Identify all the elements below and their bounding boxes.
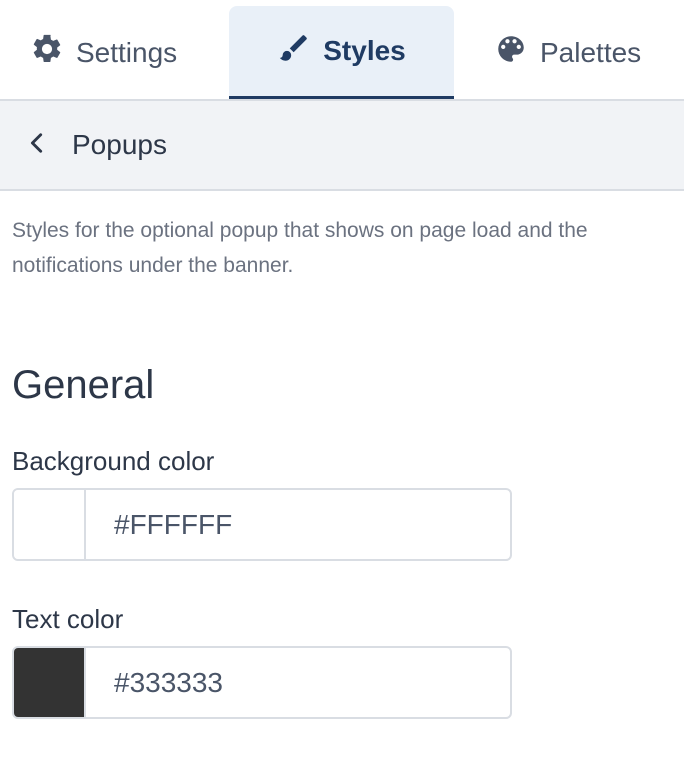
text-color-field: Text color	[12, 603, 684, 719]
background-color-swatch[interactable]	[14, 490, 86, 559]
brush-icon	[277, 31, 311, 72]
panel-description: Styles for the optional popup that shows…	[12, 219, 588, 277]
tab-palettes-label: Palettes	[540, 36, 642, 68]
tab-bar: Settings Styles Palettes	[0, 0, 684, 101]
background-color-label: Background color	[12, 446, 215, 476]
text-color-hex-input[interactable]	[86, 648, 510, 717]
breadcrumb-title: Popups	[72, 129, 167, 160]
chevron-left-icon	[26, 132, 48, 159]
breadcrumb: Popups	[0, 101, 684, 191]
tab-settings-label: Settings	[76, 36, 178, 68]
tab-styles[interactable]: Styles	[229, 6, 454, 99]
background-color-field: Background color	[12, 445, 684, 561]
text-color-label: Text color	[12, 604, 124, 634]
tab-palettes[interactable]: Palettes	[494, 6, 684, 99]
gear-icon	[30, 32, 64, 73]
tab-settings[interactable]: Settings	[30, 6, 200, 99]
background-color-hex-input[interactable]	[86, 490, 510, 559]
background-color-input-group	[12, 488, 512, 561]
palette-icon	[494, 32, 528, 73]
back-button[interactable]	[24, 132, 50, 158]
text-color-input-group	[12, 646, 512, 719]
section-title: General	[12, 363, 155, 407]
tab-styles-label: Styles	[323, 35, 406, 66]
text-color-swatch[interactable]	[14, 648, 86, 717]
